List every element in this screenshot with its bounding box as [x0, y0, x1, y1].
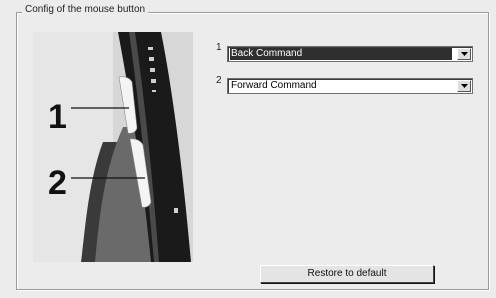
- button-2-number: 2: [216, 75, 222, 86]
- button-1-command-select[interactable]: Back Command: [227, 46, 473, 62]
- button-2-command-select[interactable]: Forward Command: [227, 78, 473, 94]
- button-2-dropdown-toggle[interactable]: [457, 80, 471, 92]
- chevron-down-icon: [461, 52, 468, 56]
- button-1-dropdown-toggle[interactable]: [457, 48, 471, 60]
- restore-default-button[interactable]: Restore to default: [260, 265, 434, 283]
- mouse-illustration-svg: 1 2: [33, 32, 193, 262]
- button-1-number: 1: [216, 42, 222, 53]
- mouse-side-illustration: 1 2: [33, 32, 193, 262]
- chevron-down-icon: [461, 84, 468, 88]
- button-1-command-value: Back Command: [230, 48, 452, 60]
- callout-number-2: 2: [48, 164, 67, 202]
- group-title: Config of the mouse button: [22, 4, 149, 15]
- button-2-command-value: Forward Command: [231, 80, 317, 91]
- mouse-small-mark: [174, 208, 178, 213]
- mouse-config-panel: Config of the mouse button 1 2 1 Back Co…: [0, 0, 496, 298]
- callout-number-1: 1: [48, 98, 67, 136]
